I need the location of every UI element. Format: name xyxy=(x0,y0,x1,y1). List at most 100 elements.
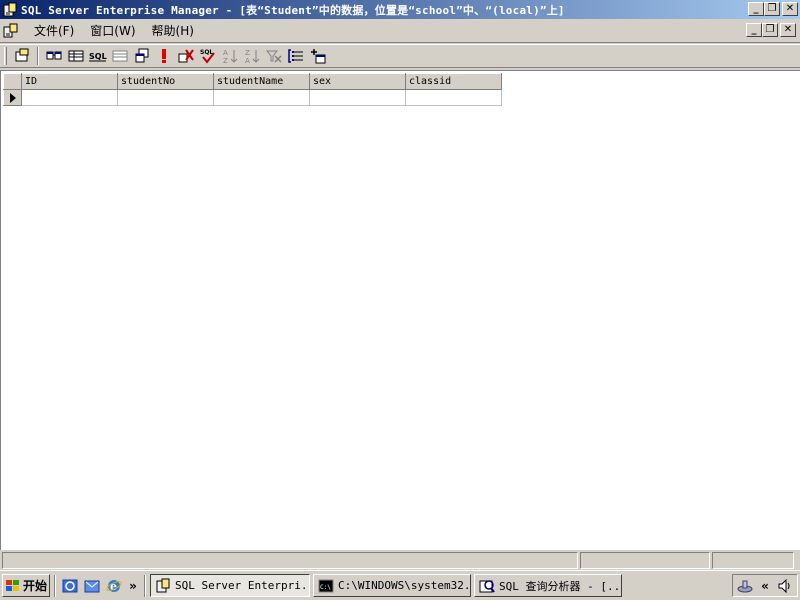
window-title: SQL Server Enterprise Manager - [表“Stude… xyxy=(21,3,565,17)
refresh-desktop-icon xyxy=(62,579,78,592)
svg-text:A: A xyxy=(245,57,250,64)
cell-classid[interactable] xyxy=(405,89,502,106)
taskbar-divider xyxy=(144,574,146,597)
internet-explorer-icon: e xyxy=(106,579,122,593)
cell-id[interactable] xyxy=(21,89,118,106)
close-icon: ✕ xyxy=(785,3,795,14)
sort-descending-button[interactable]: ZA xyxy=(241,46,263,66)
start-label: 开始 xyxy=(23,579,48,593)
column-header-id[interactable]: ID xyxy=(21,73,118,90)
status-pane-main xyxy=(2,552,578,569)
enterprise-manager-icon xyxy=(156,578,170,592)
menu-file[interactable]: 文件(F) xyxy=(26,22,82,39)
sort-descending-icon: ZA xyxy=(245,49,260,64)
task-label: SQL Server Enterpri... xyxy=(175,579,310,592)
show-sql-pane-icon: SQL xyxy=(89,52,107,62)
remove-filter-icon xyxy=(266,50,282,63)
task-label: C:\WINDOWS\system32... xyxy=(338,579,471,592)
column-header-classid[interactable]: classid xyxy=(405,73,502,90)
grid-pane-button[interactable] xyxy=(65,46,87,66)
sort-ascending-button[interactable]: AZ xyxy=(219,46,241,66)
toolbar-grip[interactable] xyxy=(4,47,7,65)
clear-results-icon xyxy=(178,49,194,63)
svg-text:Z: Z xyxy=(245,49,250,57)
sql-server-service-icon[interactable] xyxy=(737,578,753,594)
remove-filter-button[interactable] xyxy=(263,46,285,66)
restore-icon: ❐ xyxy=(765,24,775,35)
system-tray: « xyxy=(732,574,798,597)
mdi-child-icon[interactable] xyxy=(2,23,20,39)
close-button[interactable]: ✕ xyxy=(782,2,798,16)
title-bar[interactable]: SQL Server Enterprise Manager - [表“Stude… xyxy=(0,0,800,19)
column-header-sex[interactable]: sex xyxy=(309,73,406,90)
show-diagram-pane-icon xyxy=(46,51,62,60)
child-minimize-button[interactable]: _ xyxy=(746,23,762,37)
task-query-analyzer[interactable]: SQL 查询分析器 - [... xyxy=(474,574,622,597)
run-button[interactable] xyxy=(153,46,175,66)
quicklaunch-show-desktop[interactable] xyxy=(60,576,80,596)
properties-icon xyxy=(15,48,29,62)
run-icon xyxy=(162,49,166,63)
child-restore-button[interactable]: ❐ xyxy=(762,23,778,37)
query-toolbar: SQL SQL AZ ZA xyxy=(0,44,800,68)
row-selector[interactable] xyxy=(3,89,22,106)
change-type-button[interactable] xyxy=(131,46,153,66)
child-close-button[interactable]: ✕ xyxy=(780,23,796,37)
add-table-icon xyxy=(311,49,326,64)
add-table-button[interactable] xyxy=(307,46,329,66)
task-enterprise-manager[interactable]: SQL Server Enterpri... xyxy=(150,574,310,597)
status-pane-2 xyxy=(580,552,710,569)
clear-results-button[interactable] xyxy=(175,46,197,66)
windows-logo-icon xyxy=(6,579,19,591)
cell-studentname[interactable] xyxy=(213,89,310,106)
query-analyzer-icon xyxy=(479,579,495,593)
close-icon: ✕ xyxy=(783,24,793,35)
show-results-pane-icon xyxy=(112,50,128,62)
taskbar: 开始 e » SQL Server Enterpri... C:\ C:\WIN… xyxy=(0,570,800,600)
volume-icon[interactable] xyxy=(777,578,793,594)
quicklaunch-outlook[interactable] xyxy=(82,576,102,596)
results-pane-button[interactable] xyxy=(109,46,131,66)
results-pane[interactable]: ID studentNo studentName sex classid xyxy=(0,70,800,550)
start-button[interactable]: 开始 xyxy=(2,574,50,597)
task-label: SQL 查询分析器 - [... xyxy=(499,579,622,593)
svg-text:A: A xyxy=(223,49,228,57)
sort-ascending-icon: AZ xyxy=(223,49,238,64)
table-row[interactable] xyxy=(3,89,502,106)
svg-text:Z: Z xyxy=(223,57,228,64)
diagram-pane-button[interactable] xyxy=(43,46,65,66)
grid-corner[interactable] xyxy=(3,73,22,90)
status-bar xyxy=(0,551,800,570)
menu-help[interactable]: 帮助(H) xyxy=(144,22,202,39)
quicklaunch-more-button[interactable]: » xyxy=(126,579,140,593)
mail-icon xyxy=(84,580,100,592)
show-grid-pane-icon xyxy=(68,50,84,62)
properties-button[interactable] xyxy=(11,46,33,66)
current-row-pointer-icon xyxy=(10,93,16,103)
taskbar-divider xyxy=(54,574,56,597)
restore-icon: ❐ xyxy=(767,3,777,14)
enterprise-manager-icon xyxy=(3,2,17,16)
restore-button[interactable]: ❐ xyxy=(764,2,780,16)
minimize-button[interactable]: _ xyxy=(748,2,764,16)
sql-pane-button[interactable]: SQL xyxy=(87,46,109,66)
group-by-icon xyxy=(288,49,303,63)
svg-text:SQL: SQL xyxy=(89,52,107,61)
column-header-studentname[interactable]: studentName xyxy=(213,73,310,90)
svg-text:C:\: C:\ xyxy=(320,584,331,591)
tray-expand-button[interactable]: « xyxy=(761,579,769,593)
minimize-icon: _ xyxy=(751,24,757,35)
menu-bar: 文件(F) 窗口(W) 帮助(H) _ ❐ ✕ xyxy=(0,19,800,43)
group-by-button[interactable] xyxy=(285,46,307,66)
quicklaunch-ie[interactable]: e xyxy=(104,576,124,596)
task-command-prompt[interactable]: C:\ C:\WINDOWS\system32... xyxy=(313,574,471,597)
toolbar-separator xyxy=(37,47,39,65)
data-grid[interactable]: ID studentNo studentName sex classid xyxy=(3,73,502,106)
column-header-studentno[interactable]: studentNo xyxy=(117,73,214,90)
cell-sex[interactable] xyxy=(309,89,406,106)
verify-sql-button[interactable]: SQL xyxy=(197,46,219,66)
minimize-icon: _ xyxy=(753,3,759,14)
command-prompt-icon: C:\ xyxy=(318,579,334,592)
cell-studentno[interactable] xyxy=(117,89,214,106)
menu-window[interactable]: 窗口(W) xyxy=(82,22,143,39)
